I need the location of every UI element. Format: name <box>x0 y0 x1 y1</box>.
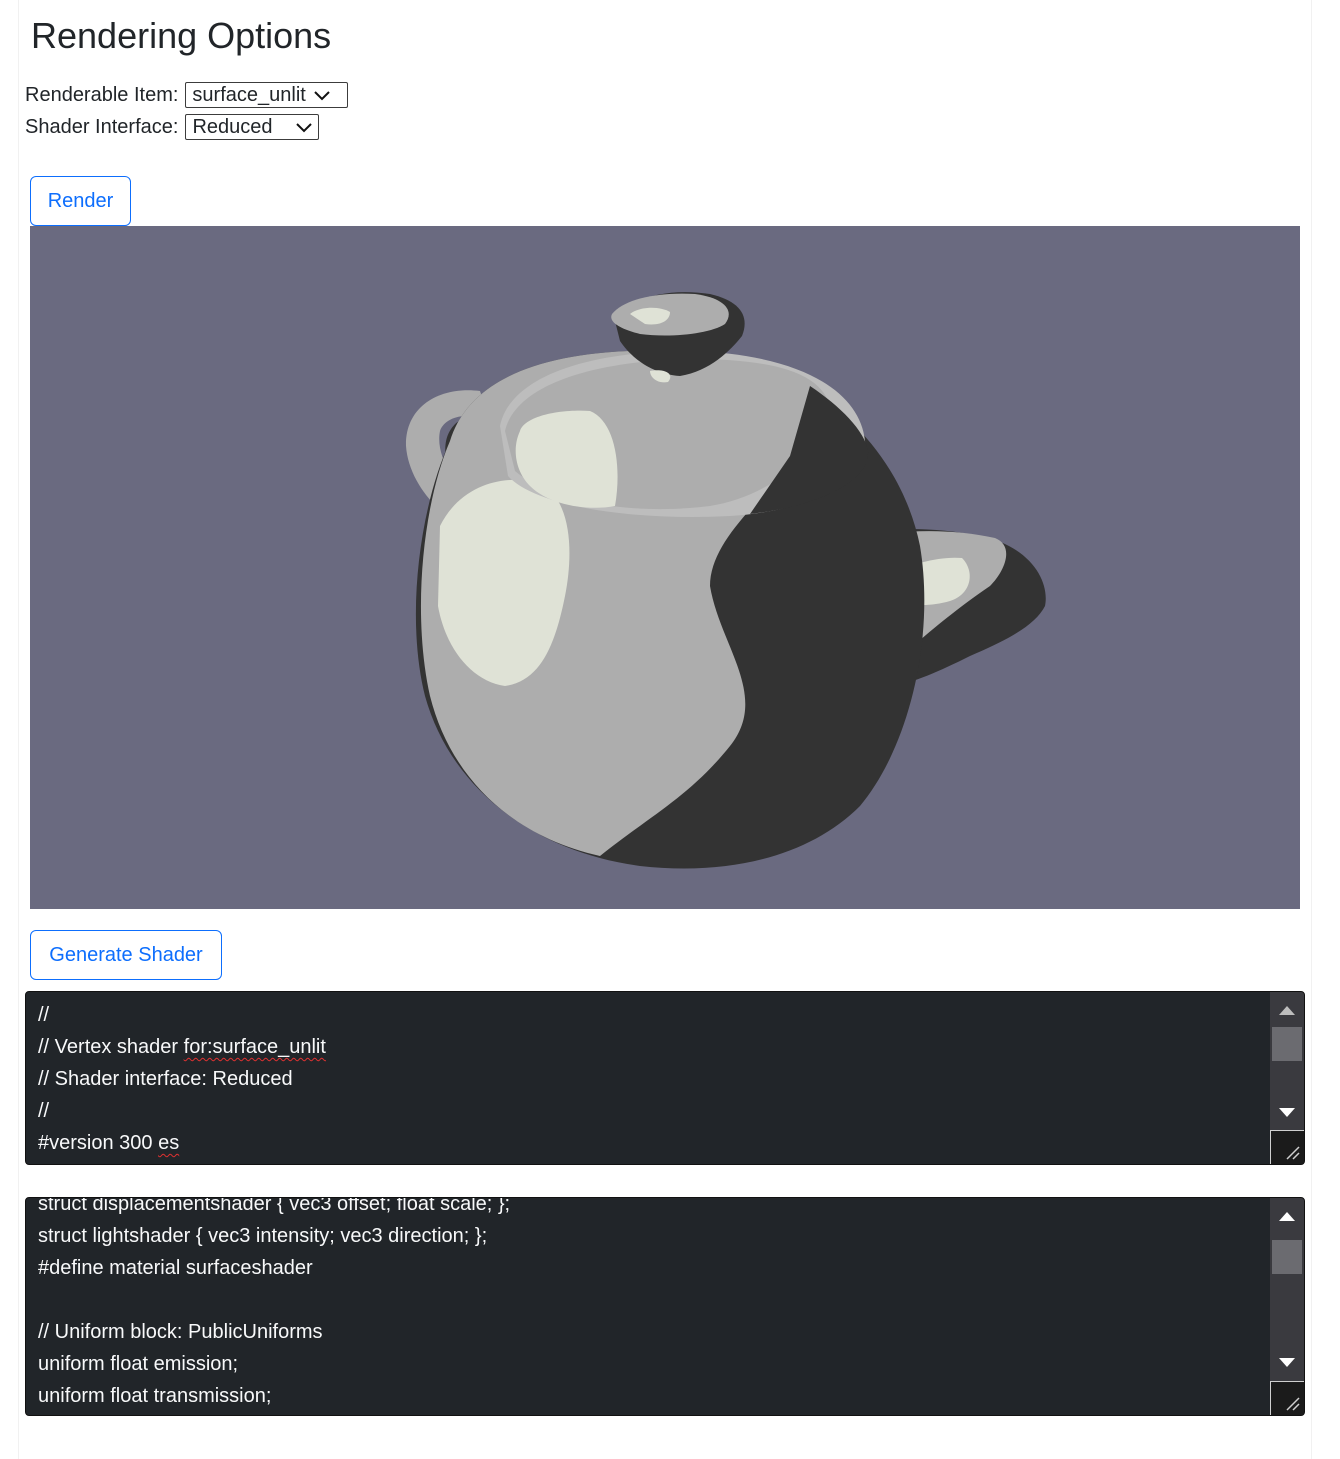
renderable-item-row: Renderable Item: surface_unlit <box>25 81 349 109</box>
code-line: #version 300 es <box>38 1127 1264 1159</box>
scrollbar-thumb[interactable] <box>1272 1027 1302 1061</box>
shader-interface-label: Shader Interface: <box>25 115 179 138</box>
scroll-up-arrow-icon[interactable] <box>1270 996 1304 1024</box>
scrollbar-thumb[interactable] <box>1272 1240 1302 1274</box>
renderable-item-value: surface_unlit <box>192 83 306 106</box>
shader-interface-select[interactable]: Reduced <box>185 114 320 140</box>
code-line: // <box>38 1100 50 1122</box>
vertical-scrollbar[interactable] <box>1270 1198 1304 1383</box>
render-viewport[interactable] <box>30 226 1300 909</box>
code-segment-spellcheck-flag: for:surface_unlit <box>183 1036 326 1058</box>
code-segment-version: #version 300 <box>38 1132 159 1154</box>
teapot-render <box>405 292 1046 869</box>
page: Rendering Options Renderable Item: surfa… <box>18 0 1312 1459</box>
code-line: // Vertex shader for:surface_unlit <box>38 1031 1264 1063</box>
code-line: // Shader interface: Reduced <box>38 1068 293 1090</box>
code-line: // Uniform block: PublicUniforms <box>38 1321 323 1343</box>
code-line: struct lightshader { vec3 intensity; vec… <box>38 1225 488 1247</box>
renderable-item-label: Renderable Item: <box>25 83 179 106</box>
generate-shader-button[interactable]: Generate Shader <box>30 930 222 980</box>
shader-interface-value: Reduced <box>192 115 273 138</box>
code-line: uniform float transmission; <box>38 1385 272 1407</box>
renderable-item-select[interactable]: surface_unlit <box>185 82 349 108</box>
scroll-down-arrow-icon[interactable] <box>1270 1348 1304 1376</box>
resize-handle-icon[interactable] <box>1270 1130 1304 1164</box>
chevron-down-icon <box>314 84 330 107</box>
vertex-shader-textarea[interactable]: // // Vertex shader for:surface_unlit //… <box>25 991 1305 1165</box>
render-button[interactable]: Render <box>30 176 131 226</box>
code-line: #define material surfaceshader <box>38 1257 313 1279</box>
code-line: uniform float emission; <box>38 1353 239 1375</box>
scroll-up-arrow-icon[interactable] <box>1270 1202 1304 1230</box>
code-segment-comment-prefix: // Vertex shader <box>38 1036 184 1058</box>
code-line: struct displacementshader { vec3 offset;… <box>38 1197 511 1215</box>
code-line: // <box>38 1004 50 1026</box>
page-title: Rendering Options <box>31 15 332 56</box>
vertical-scrollbar[interactable] <box>1270 992 1304 1132</box>
chevron-down-icon <box>296 116 313 139</box>
pixel-shader-textarea[interactable]: struct displacementshader { vec3 offset;… <box>25 1197 1305 1416</box>
code-segment-spellcheck-flag: es <box>158 1132 180 1154</box>
resize-handle-icon[interactable] <box>1270 1381 1304 1415</box>
scroll-down-arrow-icon[interactable] <box>1270 1098 1304 1126</box>
shader-interface-row: Shader Interface: Reduced <box>25 113 320 141</box>
